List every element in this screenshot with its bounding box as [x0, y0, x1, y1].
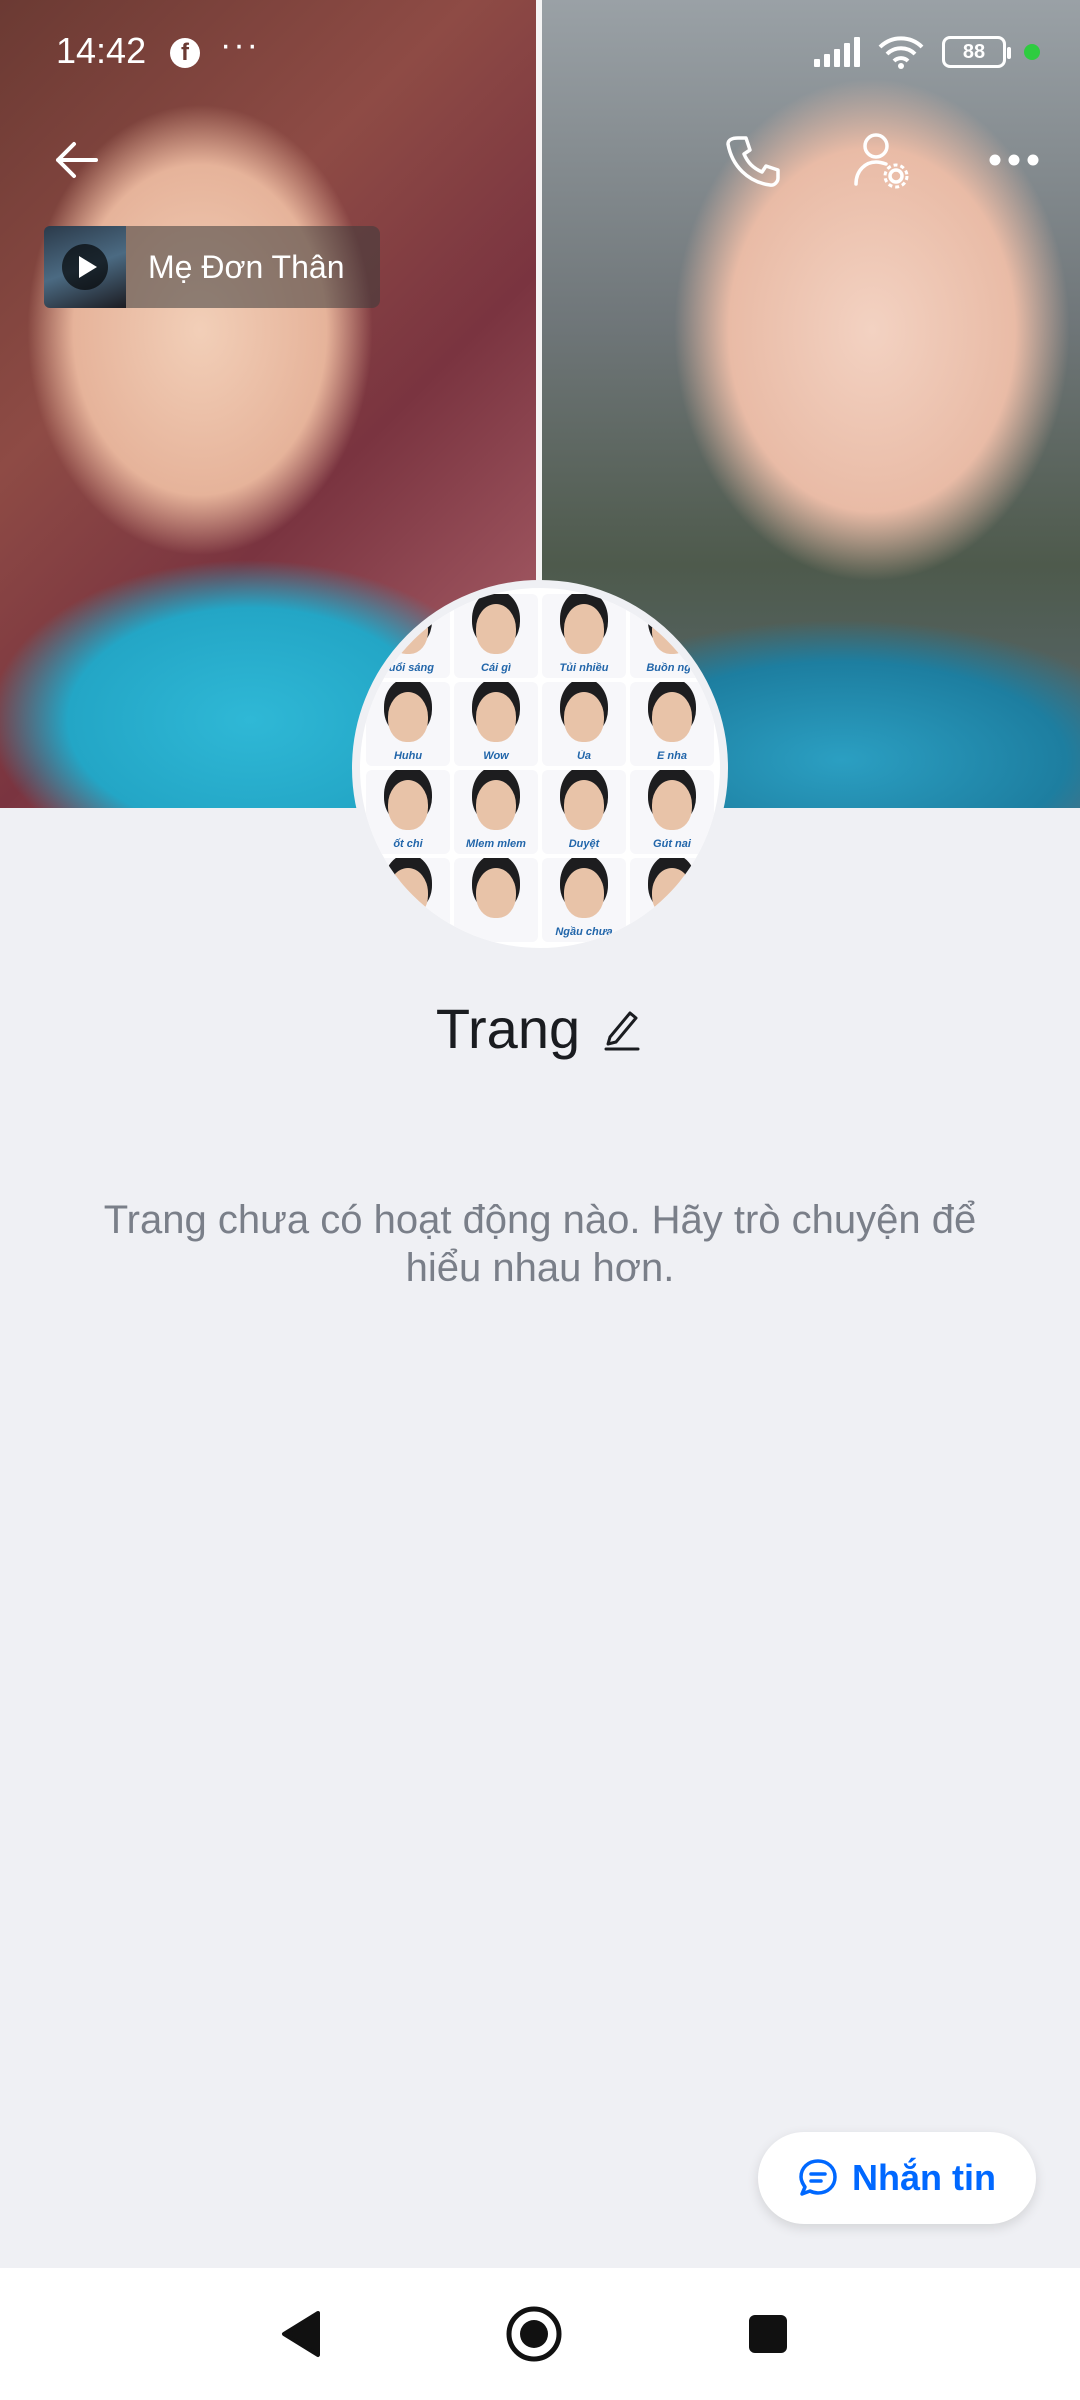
nav-recents-button[interactable] — [726, 2292, 810, 2376]
message-button-label: Nhắn tin — [852, 2157, 996, 2198]
chat-bubble-icon — [799, 2159, 837, 2196]
profile-music-chip[interactable]: Mẹ Đơn Thân — [44, 226, 380, 308]
user-settings-icon — [854, 133, 909, 189]
avatar[interactable]: buổi sáng Cái gì Tủi nhiều Buồn ngủ Huhu… — [352, 580, 728, 956]
avatar-sticker: Buồn ngủ — [630, 594, 714, 678]
empty-activity-message: Trang chưa có hoạt động nào. Hãy trò chu… — [103, 1198, 977, 1290]
avatar-sticker: E nha — [630, 682, 714, 766]
avatar-sticker: Ngầu chưa — [542, 858, 626, 942]
avatar-sticker: Wow — [454, 682, 538, 766]
avatar-sticker: ốt chi — [366, 770, 450, 854]
profile-name: Trang — [435, 997, 581, 1060]
music-title: Mẹ Đơn Thân — [148, 248, 345, 285]
avatar-sticker: Mlem mlem — [454, 770, 538, 854]
back-button[interactable] — [40, 124, 112, 196]
call-button[interactable] — [716, 124, 788, 196]
avatar-sticker — [630, 858, 714, 942]
avatar-sticker: buổi sáng — [366, 594, 450, 678]
signal-icon — [814, 37, 860, 67]
recents-square-icon — [749, 2315, 787, 2353]
avatar-sticker: Duyệt — [542, 770, 626, 854]
facebook-icon: f — [170, 38, 200, 68]
privacy-dot — [1024, 44, 1040, 60]
status-overflow: ··· — [220, 26, 260, 64]
phone-icon — [726, 136, 780, 187]
status-right: 88 — [814, 30, 1040, 74]
avatar-sticker: Gút nai — [630, 770, 714, 854]
profile-name-row: Trang — [0, 996, 1080, 1061]
nav-home-button[interactable] — [492, 2292, 576, 2376]
profile-settings-button[interactable] — [846, 124, 918, 196]
nav-back-button[interactable] — [258, 2292, 342, 2376]
arrow-left-icon — [56, 142, 98, 178]
edit-name-button[interactable] — [600, 1007, 644, 1051]
status-bar: 14:42 f ··· 88 — [0, 0, 1080, 110]
battery-indicator: 88 — [942, 36, 1011, 68]
message-button[interactable]: Nhắn tin — [758, 2132, 1036, 2224]
avatar-sticker — [366, 858, 450, 942]
play-icon — [62, 244, 108, 290]
avatar-sticker: Ủa — [542, 682, 626, 766]
avatar-sticker — [454, 858, 538, 942]
home-circle-icon — [506, 2306, 562, 2362]
system-nav-bar — [0, 2268, 1080, 2400]
avatar-sticker: Tủi nhiều — [542, 594, 626, 678]
more-horizontal-icon — [989, 154, 1039, 166]
avatar-sticker: Huhu — [366, 682, 450, 766]
music-thumbnail — [44, 226, 126, 308]
pencil-icon — [604, 1011, 640, 1050]
more-button[interactable] — [978, 124, 1050, 196]
status-time: 14:42 — [56, 30, 147, 71]
back-triangle-icon — [282, 2311, 320, 2357]
avatar-sticker-grid: buổi sáng Cái gì Tủi nhiều Buồn ngủ Huhu… — [366, 594, 714, 942]
wifi-icon — [878, 36, 924, 69]
avatar-sticker: Cái gì — [454, 594, 538, 678]
